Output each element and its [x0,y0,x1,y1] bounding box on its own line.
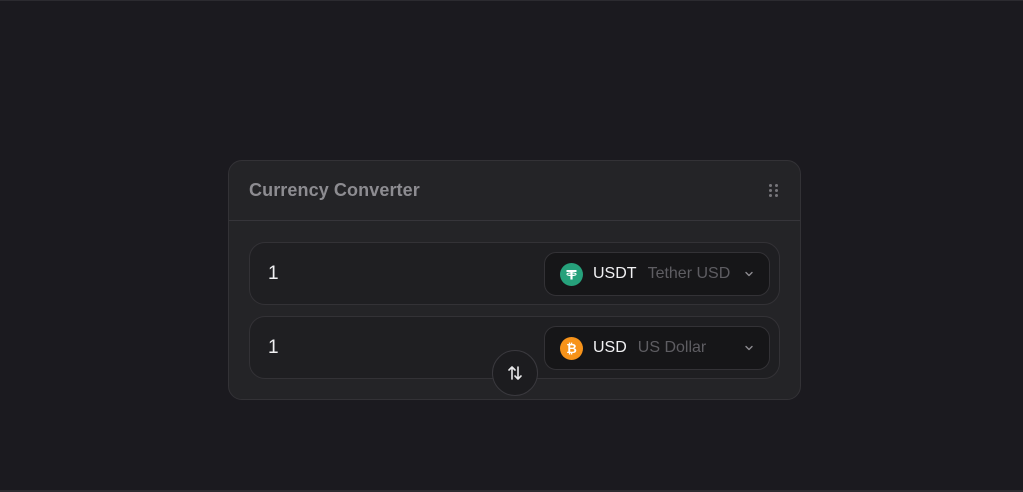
widget-header: Currency Converter [229,161,800,221]
chevron-down-icon [745,271,753,277]
to-currency-name: US Dollar [637,339,707,356]
to-amount-input[interactable] [268,336,508,359]
drag-handle-icon[interactable] [766,183,780,199]
bitcoin-symbol: ₿ [566,340,577,356]
currency-converter-widget: Currency Converter USDT [228,160,801,400]
converter-rows: USDT Tether USD ₿ USD US Dollar [229,221,800,396]
from-amount-input[interactable] [268,262,508,285]
bitcoin-icon: ₿ [560,336,583,360]
from-currency-code: USDT [593,265,637,282]
from-currency-name: Tether USD [647,265,731,282]
app-background: Currency Converter USDT [0,0,1023,492]
swap-currencies-button[interactable] [492,350,538,396]
to-currency-select[interactable]: ₿ USD US Dollar [544,326,770,370]
from-currency-row: USDT Tether USD [249,242,780,305]
swap-vertical-icon [508,366,522,380]
to-currency-code: USD [593,339,627,356]
tether-icon [560,262,583,286]
chevron-down-icon [745,345,753,351]
from-currency-select[interactable]: USDT Tether USD [544,252,770,296]
widget-title: Currency Converter [249,180,420,200]
